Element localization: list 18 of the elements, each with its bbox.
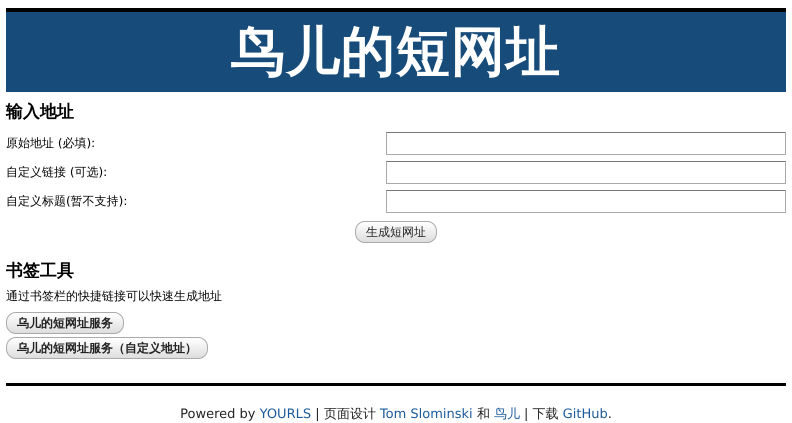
submit-button[interactable]: 生成短网址	[355, 221, 437, 243]
footer-link[interactable]: YOURLS	[260, 407, 312, 422]
footer-link[interactable]: Tom Slominski	[380, 407, 473, 422]
bookmarklet-button[interactable]: 乌儿的短网址服务（自定义地址）	[6, 337, 208, 359]
footer-link[interactable]: GitHub	[562, 407, 608, 422]
site-title: 鸟儿的短网址	[231, 18, 561, 84]
description: 通过书签栏的快捷链接可以快速生成地址	[6, 288, 223, 305]
input-field[interactable]	[386, 132, 786, 155]
footer-text: Powered by YOURLS | 页面设计 Tom Slominski 和 鸟儿 | 下载 GitHub.	[179, 406, 613, 423]
field-label: 自定义链接 (可选):	[6, 164, 108, 181]
field-label: 原始地址 (必填):	[6, 135, 96, 152]
section-heading: 书签工具	[6, 260, 75, 282]
section-heading: 输入地址	[6, 101, 75, 123]
field-label: 自定义标题(暂不支持):	[6, 193, 128, 210]
input-field[interactable]	[386, 190, 786, 213]
footer-link[interactable]: 鸟儿	[494, 407, 520, 422]
bookmarklet-button[interactable]: 乌儿的短网址服务	[6, 312, 124, 334]
input-field[interactable]	[386, 161, 786, 184]
